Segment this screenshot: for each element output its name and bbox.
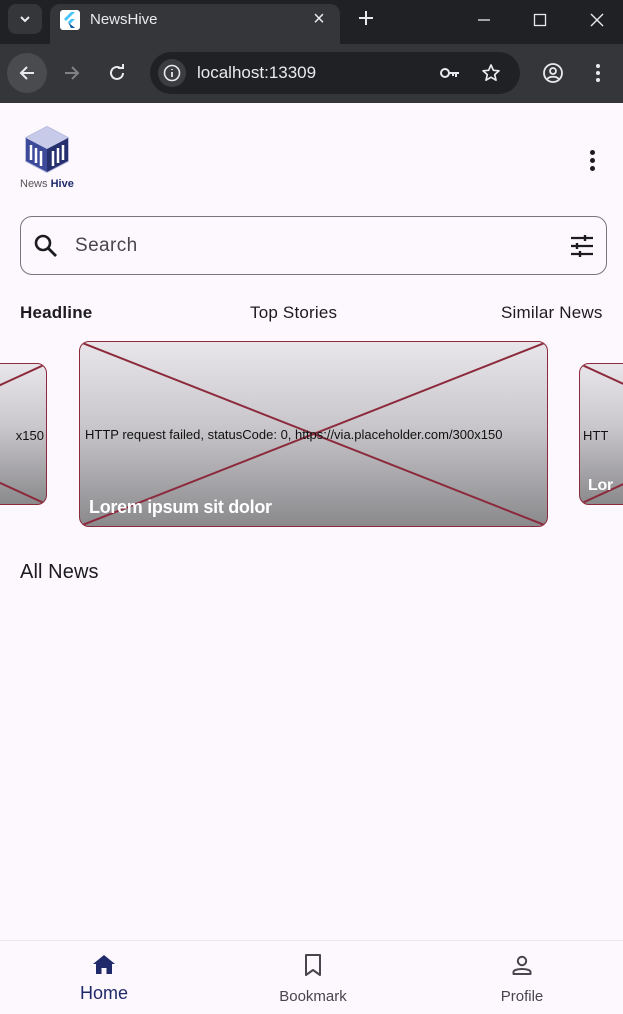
more-vertical-icon — [596, 64, 600, 82]
tab-title: NewsHive — [90, 11, 158, 28]
account-circle-icon — [543, 63, 563, 83]
close-window-button[interactable] — [585, 8, 609, 32]
tab-close-button[interactable]: × — [308, 8, 330, 30]
app-root: News Hive Headline Top Stories Similar N… — [0, 103, 623, 1013]
nav-label: Bookmark — [279, 988, 347, 1005]
home-icon — [93, 955, 115, 974]
maximize-button[interactable] — [528, 8, 552, 32]
tab-similar-news[interactable]: Similar News — [501, 303, 603, 323]
forward-button[interactable] — [52, 53, 92, 93]
all-news-heading: All News — [20, 561, 99, 583]
chevron-down-icon — [20, 16, 30, 23]
minimize-icon — [478, 19, 490, 21]
bottom-navigation: Home Bookmark Profile — [0, 940, 623, 1013]
nav-label: Home — [79, 983, 128, 1003]
headline-card[interactable]: HTTP request failed, statusCode: 0, http… — [79, 341, 548, 527]
url-text: localhost:13309 — [197, 63, 317, 82]
tab-headline[interactable]: Headline — [20, 303, 92, 323]
minimize-button[interactable] — [472, 8, 496, 32]
star-icon — [482, 64, 500, 82]
headline-carousel[interactable]: x150 HTTP request failed, statusCode: 0,… — [0, 341, 623, 531]
tab-search-button[interactable] — [8, 4, 42, 34]
arrow-left-icon — [19, 66, 34, 80]
profile-button[interactable] — [533, 53, 573, 93]
maximize-icon — [533, 13, 547, 27]
headline-card-next[interactable]: HTT Lor — [579, 363, 623, 505]
app-logo: News Hive — [20, 125, 80, 191]
tune-filter-icon[interactable] — [570, 234, 594, 258]
headline-card-prev[interactable]: x150 — [0, 363, 47, 505]
bookmark-icon — [305, 954, 321, 976]
plus-icon — [359, 11, 373, 25]
search-icon — [34, 234, 57, 257]
news-hive-logo-icon — [25, 125, 69, 173]
logo-text-suffix: Hive — [50, 178, 74, 190]
app-menu-button[interactable] — [580, 145, 604, 175]
browser-menu-button[interactable] — [578, 53, 618, 93]
search-bar[interactable] — [20, 216, 607, 275]
new-tab-button[interactable] — [354, 6, 378, 30]
logo-text: News Hive — [20, 178, 74, 190]
category-tabs: Headline Top Stories Similar News — [20, 303, 607, 327]
flutter-icon — [60, 10, 80, 30]
nav-profile[interactable]: Profile — [462, 941, 582, 1014]
close-icon — [590, 13, 604, 27]
search-input[interactable] — [75, 231, 545, 261]
reload-icon — [110, 64, 124, 80]
password-key-button[interactable] — [439, 62, 461, 84]
address-bar[interactable]: localhost:13309 — [150, 52, 520, 94]
key-icon — [440, 68, 459, 78]
bookmark-star-button[interactable] — [480, 62, 502, 84]
more-vertical-icon — [589, 149, 595, 155]
nav-label: Profile — [500, 988, 544, 1005]
browser-toolbar: localhost:13309 — [0, 44, 623, 103]
info-icon — [163, 64, 181, 82]
site-info-button[interactable] — [158, 59, 186, 87]
card-error-text: HTT — [583, 428, 609, 443]
logo-text-prefix: News — [20, 178, 48, 190]
tab-top-stories[interactable]: Top Stories — [250, 303, 337, 323]
nav-home[interactable]: Home — [44, 941, 164, 1014]
card-title: Lor — [588, 477, 613, 494]
reload-button[interactable] — [97, 53, 137, 93]
nav-bookmark[interactable]: Bookmark — [253, 941, 373, 1014]
browser-tabbar: NewsHive × — [0, 0, 623, 44]
arrow-right-icon — [65, 66, 80, 80]
back-button[interactable] — [7, 53, 47, 93]
person-icon — [512, 955, 532, 975]
browser-tab[interactable]: NewsHive × — [50, 4, 340, 44]
card-title: Lorem ipsum sit dolor — [89, 497, 272, 517]
card-error-text: x150 — [15, 428, 44, 443]
card-error-text: HTTP request failed, statusCode: 0, http… — [85, 427, 503, 442]
